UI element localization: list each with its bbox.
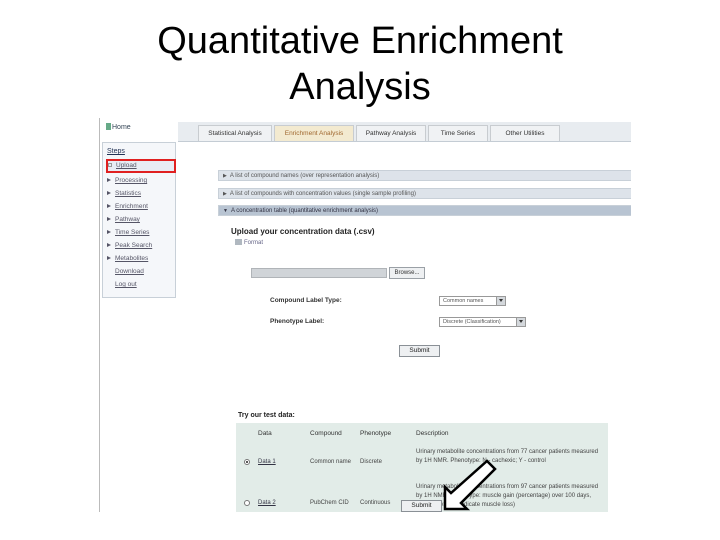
slide-title: Quantitative Enrichment Analysis	[0, 18, 720, 110]
accordion-label: A list of compounds with concentration v…	[229, 191, 416, 197]
home-icon	[106, 123, 111, 130]
home-logo[interactable]: Home	[106, 123, 131, 131]
radio-data-1[interactable]	[244, 459, 250, 465]
step-download[interactable]: Download	[107, 266, 177, 277]
tab-bar: Statistical Analysis Enrichment Analysis…	[178, 122, 631, 142]
test-data-table: Data Compound Phenotype Description Data…	[236, 423, 608, 512]
compound-label-type-select[interactable]: Common names	[439, 296, 506, 306]
square-icon	[108, 163, 112, 167]
tab-time-series[interactable]: Time Series	[428, 125, 488, 141]
phenotype-label-label: Phenotype Label:	[270, 318, 325, 325]
accordion-label: A list of compound names (over represent…	[229, 173, 380, 179]
main-content: ▶ A list of compound names (over represen…	[218, 158, 631, 512]
test-data-title: Try our test data:	[238, 412, 295, 419]
row-1-phenotype: Discrete	[360, 459, 383, 465]
column-header-phenotype: Phenotype	[360, 430, 392, 437]
triangle-icon	[107, 178, 111, 182]
tab-pathway-analysis[interactable]: Pathway Analysis	[356, 125, 426, 141]
chevron-down-icon	[516, 318, 525, 326]
format-link-label: Format	[244, 240, 264, 246]
accordion-concentration-table[interactable]: ▼ A concentration table (quantitative enr…	[218, 205, 631, 216]
left-navigation: Home Steps Upload Processing Statistics …	[100, 118, 178, 512]
step-label: Upload	[116, 162, 137, 169]
app-screenshot: Home Steps Upload Processing Statistics …	[99, 118, 631, 512]
slide-title-line-1: Quantitative Enrichment	[157, 20, 563, 62]
compound-label-type-label: Compound Label Type:	[270, 297, 342, 304]
tab-statistical-analysis[interactable]: Statistical Analysis	[198, 125, 272, 141]
triangle-down-icon: ▼	[223, 208, 228, 214]
step-metabolites[interactable]: Metabolites	[107, 253, 177, 264]
annotation-arrow-icon	[443, 459, 497, 511]
step-label: Time Series	[115, 229, 150, 236]
triangle-right-icon: ▶	[223, 191, 227, 197]
radio-data-2[interactable]	[244, 500, 250, 506]
triangle-icon	[107, 230, 111, 234]
step-pathway[interactable]: Pathway	[107, 214, 177, 225]
triangle-icon	[107, 217, 111, 221]
step-label: Pathway	[115, 216, 140, 223]
step-label: Peak Search	[115, 242, 153, 249]
triangle-icon	[107, 204, 111, 208]
tab-enrichment-analysis[interactable]: Enrichment Analysis	[274, 125, 354, 141]
row-2-compound: PubChem CID	[310, 500, 349, 506]
tab-other-utilities[interactable]: Other Utilities	[490, 125, 560, 141]
home-logo-label: Home	[112, 124, 131, 131]
test-data-submit-button[interactable]: Submit	[401, 500, 442, 512]
triangle-icon	[107, 243, 111, 247]
file-icon	[235, 239, 242, 245]
step-time-series[interactable]: Time Series	[107, 227, 177, 238]
accordion-compound-names[interactable]: ▶ A list of compound names (over represen…	[218, 170, 631, 181]
step-log-out[interactable]: Log out	[107, 279, 177, 290]
column-header-data: Data	[258, 430, 272, 437]
step-label: Processing	[115, 177, 148, 184]
triangle-icon	[107, 256, 111, 260]
file-path-input[interactable]	[251, 268, 387, 278]
data-2-link[interactable]: Data 2	[258, 500, 276, 506]
column-header-description: Description	[416, 430, 449, 437]
row-1-compound: Common name	[310, 459, 352, 465]
compound-label-type-value: Common names	[443, 298, 484, 304]
step-upload[interactable]: Upload	[106, 159, 176, 173]
step-label: Log out	[115, 281, 137, 288]
accordion-concentration-values[interactable]: ▶ A list of compounds with concentration …	[218, 188, 631, 199]
upload-submit-button[interactable]: Submit	[399, 345, 440, 357]
chevron-down-icon	[496, 297, 505, 305]
step-processing[interactable]: Processing	[107, 175, 177, 186]
format-link[interactable]: Format	[235, 239, 263, 246]
step-label: Download	[115, 268, 144, 275]
column-header-compound: Compound	[310, 430, 342, 437]
browse-button[interactable]: Browse...	[389, 267, 425, 279]
accordion-label: A concentration table (quantitative enri…	[230, 208, 379, 214]
triangle-icon	[107, 191, 111, 195]
upload-title: Upload your concentration data (.csv)	[231, 227, 375, 236]
step-label: Statistics	[115, 190, 142, 197]
steps-panel: Steps Upload Processing Statistics Enric…	[102, 142, 176, 298]
step-statistics[interactable]: Statistics	[107, 188, 177, 199]
data-1-link[interactable]: Data 1	[258, 459, 276, 465]
step-label: Enrichment	[115, 203, 148, 210]
triangle-right-icon: ▶	[223, 173, 227, 179]
phenotype-label-value: Discrete (Classification)	[443, 319, 501, 325]
row-2-phenotype: Continuous	[360, 500, 391, 506]
step-peak-search[interactable]: Peak Search	[107, 240, 177, 251]
steps-title: Steps	[107, 148, 125, 155]
slide-title-line-2: Analysis	[289, 66, 431, 108]
step-label: Metabolites	[115, 255, 149, 262]
step-enrichment[interactable]: Enrichment	[107, 201, 177, 212]
phenotype-label-select[interactable]: Discrete (Classification)	[439, 317, 526, 327]
